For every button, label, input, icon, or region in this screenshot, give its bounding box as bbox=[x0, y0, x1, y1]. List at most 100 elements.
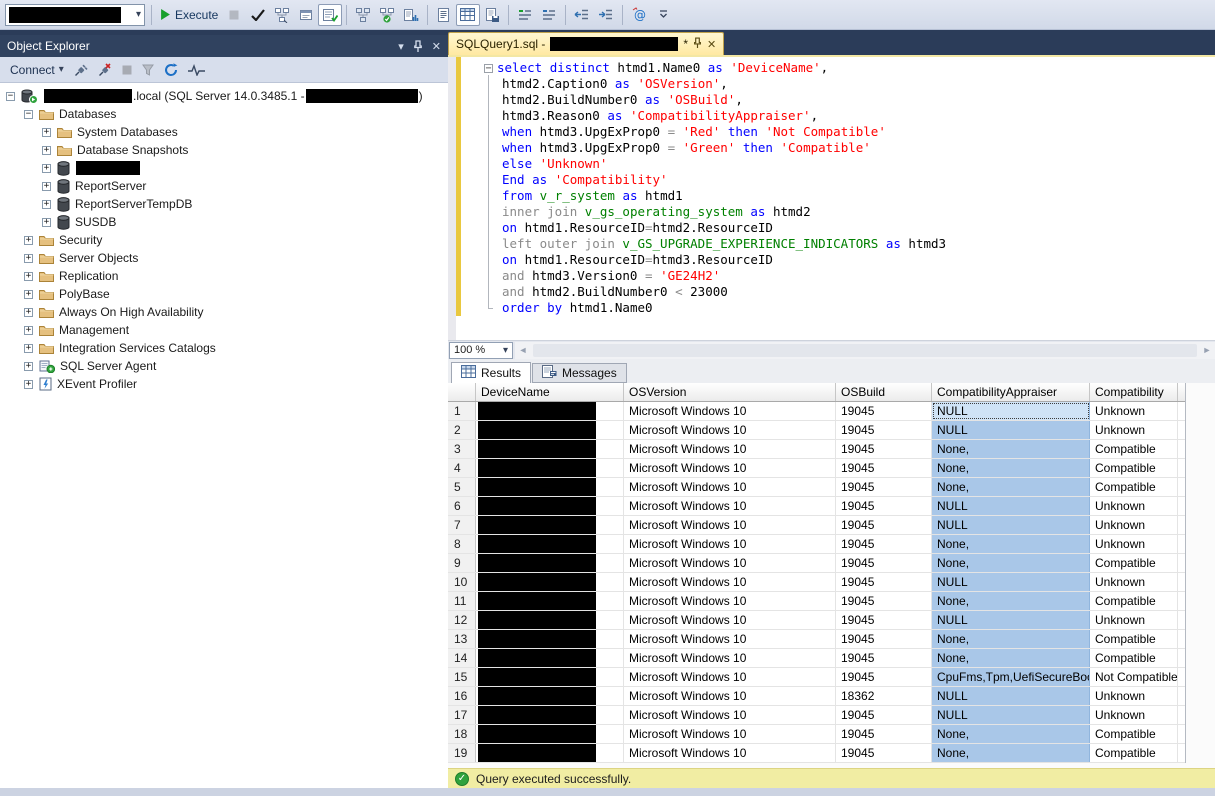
cell-devicename-redacted[interactable] bbox=[476, 440, 624, 458]
row-number[interactable]: 1 bbox=[448, 402, 476, 420]
tree-item[interactable]: +ReportServer bbox=[0, 177, 448, 195]
expand-icon[interactable]: + bbox=[42, 200, 51, 209]
cell-osbuild[interactable]: 19045 bbox=[836, 706, 932, 724]
cell-compatibilityappraiser[interactable]: NULL bbox=[932, 497, 1090, 515]
tree-item[interactable]: +SQL Server Agent bbox=[0, 357, 448, 375]
expand-icon[interactable]: + bbox=[24, 380, 33, 389]
cell-devicename-redacted[interactable] bbox=[476, 725, 624, 743]
expand-icon[interactable]: + bbox=[24, 308, 33, 317]
expand-icon[interactable]: + bbox=[42, 182, 51, 191]
row-number[interactable]: 16 bbox=[448, 687, 476, 705]
expand-icon[interactable]: + bbox=[24, 362, 33, 371]
increase-indent-button[interactable] bbox=[594, 4, 618, 26]
cell-compatibility[interactable]: Unknown bbox=[1090, 706, 1178, 724]
row-number[interactable]: 11 bbox=[448, 592, 476, 610]
cell-osversion[interactable]: Microsoft Windows 10 bbox=[624, 649, 836, 667]
cell-osbuild[interactable]: 19045 bbox=[836, 649, 932, 667]
cell-devicename-redacted[interactable] bbox=[476, 573, 624, 591]
filter-button[interactable] bbox=[138, 60, 158, 80]
estimated-plan-button[interactable] bbox=[270, 4, 294, 26]
cell-osbuild[interactable]: 19045 bbox=[836, 744, 932, 762]
cell-osbuild[interactable]: 19045 bbox=[836, 459, 932, 477]
stop-button[interactable] bbox=[118, 60, 136, 80]
row-number[interactable]: 3 bbox=[448, 440, 476, 458]
cell-osbuild[interactable]: 19045 bbox=[836, 421, 932, 439]
code-line[interactable]: when htmd3.UpgExProp0 = 'Red' then 'Not … bbox=[484, 124, 1215, 140]
cell-osbuild[interactable]: 18362 bbox=[836, 687, 932, 705]
tree-item[interactable]: +System Databases bbox=[0, 123, 448, 141]
cell-compatibilityappraiser[interactable]: None, bbox=[932, 744, 1090, 762]
cell-osbuild[interactable]: 19045 bbox=[836, 725, 932, 743]
column-header-osbuild[interactable]: OSBuild bbox=[836, 383, 932, 401]
tree-item[interactable]: +Management bbox=[0, 321, 448, 339]
execute-button[interactable]: Execute bbox=[156, 4, 222, 26]
tree-item[interactable]: +Database Snapshots bbox=[0, 141, 448, 159]
tree-item[interactable]: −.local (SQL Server 14.0.3485.1 - ) bbox=[0, 87, 448, 105]
row-number[interactable]: 19 bbox=[448, 744, 476, 762]
cell-compatibilityappraiser[interactable]: NULL bbox=[932, 611, 1090, 629]
code-line[interactable]: −select distinct htmd1.Name0 as 'DeviceN… bbox=[484, 60, 1215, 76]
code-line[interactable]: order by htmd1.Name0 bbox=[484, 300, 1215, 316]
disconnect-button[interactable] bbox=[94, 60, 116, 80]
expand-icon[interactable]: + bbox=[24, 254, 33, 263]
cell-compatibilityappraiser[interactable]: None, bbox=[932, 478, 1090, 496]
close-icon[interactable]: ✕ bbox=[707, 38, 716, 51]
cell-devicename-redacted[interactable] bbox=[476, 649, 624, 667]
results-to-grid-toggle[interactable] bbox=[456, 4, 480, 26]
cell-compatibilityappraiser[interactable]: None, bbox=[932, 459, 1090, 477]
cell-compatibilityappraiser[interactable]: NULL bbox=[932, 706, 1090, 724]
cell-osversion[interactable]: Microsoft Windows 10 bbox=[624, 478, 836, 496]
tree-item[interactable]: +ReportServerTempDB bbox=[0, 195, 448, 213]
cell-devicename-redacted[interactable] bbox=[476, 706, 624, 724]
code-line[interactable]: End as 'Compatibility' bbox=[484, 172, 1215, 188]
zoom-level-combo[interactable]: 100 % ▾ bbox=[449, 342, 513, 359]
collapse-icon[interactable]: − bbox=[24, 110, 33, 119]
column-header-devicename[interactable]: DeviceName bbox=[476, 383, 624, 401]
cell-osbuild[interactable]: 19045 bbox=[836, 554, 932, 572]
cancel-query-button[interactable] bbox=[222, 4, 246, 26]
cell-osbuild[interactable]: 19045 bbox=[836, 478, 932, 496]
row-number[interactable]: 8 bbox=[448, 535, 476, 553]
cell-devicename-redacted[interactable] bbox=[476, 668, 624, 686]
cell-compatibility[interactable]: Unknown bbox=[1090, 402, 1178, 420]
cell-osversion[interactable]: Microsoft Windows 10 bbox=[624, 402, 836, 420]
tab-messages[interactable]: Messages bbox=[532, 363, 627, 383]
cell-compatibility[interactable]: Unknown bbox=[1090, 516, 1178, 534]
cell-compatibilityappraiser[interactable]: None, bbox=[932, 725, 1090, 743]
sql-code[interactable]: −select distinct htmd1.Name0 as 'DeviceN… bbox=[461, 57, 1215, 340]
cell-compatibility[interactable]: Unknown bbox=[1090, 535, 1178, 553]
tab-results[interactable]: Results bbox=[451, 362, 531, 383]
cell-osbuild[interactable]: 19045 bbox=[836, 497, 932, 515]
tree-item[interactable]: +Replication bbox=[0, 267, 448, 285]
tree-item[interactable]: +SUSDB bbox=[0, 213, 448, 231]
cell-osversion[interactable]: Microsoft Windows 10 bbox=[624, 611, 836, 629]
cell-compatibility[interactable]: Compatible bbox=[1090, 725, 1178, 743]
cell-compatibility[interactable]: Compatible bbox=[1090, 554, 1178, 572]
close-icon[interactable]: ✕ bbox=[432, 40, 441, 53]
cell-compatibilityappraiser[interactable]: None, bbox=[932, 649, 1090, 667]
cell-devicename-redacted[interactable] bbox=[476, 402, 624, 420]
database-selector-combo[interactable]: ▾ bbox=[5, 4, 145, 26]
cell-osversion[interactable]: Microsoft Windows 10 bbox=[624, 706, 836, 724]
cell-osversion[interactable]: Microsoft Windows 10 bbox=[624, 554, 836, 572]
intellisense-toggle[interactable] bbox=[318, 4, 342, 26]
cell-osversion[interactable]: Microsoft Windows 10 bbox=[624, 421, 836, 439]
cell-osbuild[interactable]: 19045 bbox=[836, 668, 932, 686]
refresh-button[interactable] bbox=[160, 60, 182, 80]
expand-icon[interactable]: + bbox=[42, 164, 51, 173]
cell-devicename-redacted[interactable] bbox=[476, 535, 624, 553]
cell-compatibilityappraiser[interactable]: None, bbox=[932, 440, 1090, 458]
code-line[interactable]: and htmd2.BuildNumber0 < 23000 bbox=[484, 284, 1215, 300]
cell-devicename-redacted[interactable] bbox=[476, 478, 624, 496]
row-number[interactable]: 15 bbox=[448, 668, 476, 686]
expand-icon[interactable]: + bbox=[24, 344, 33, 353]
cell-compatibility[interactable]: Unknown bbox=[1090, 611, 1178, 629]
cell-compatibility[interactable]: Unknown bbox=[1090, 497, 1178, 515]
scrollbar-thumb[interactable] bbox=[533, 344, 1197, 357]
fold-collapse-icon[interactable]: − bbox=[484, 64, 493, 73]
cell-devicename-redacted[interactable] bbox=[476, 630, 624, 648]
cell-compatibilityappraiser[interactable]: NULL bbox=[932, 687, 1090, 705]
window-position-icon[interactable]: ▾ bbox=[398, 40, 404, 53]
code-line[interactable]: on htmd1.ResourceID=htmd2.ResourceID bbox=[484, 220, 1215, 236]
pin-icon[interactable] bbox=[413, 40, 423, 53]
